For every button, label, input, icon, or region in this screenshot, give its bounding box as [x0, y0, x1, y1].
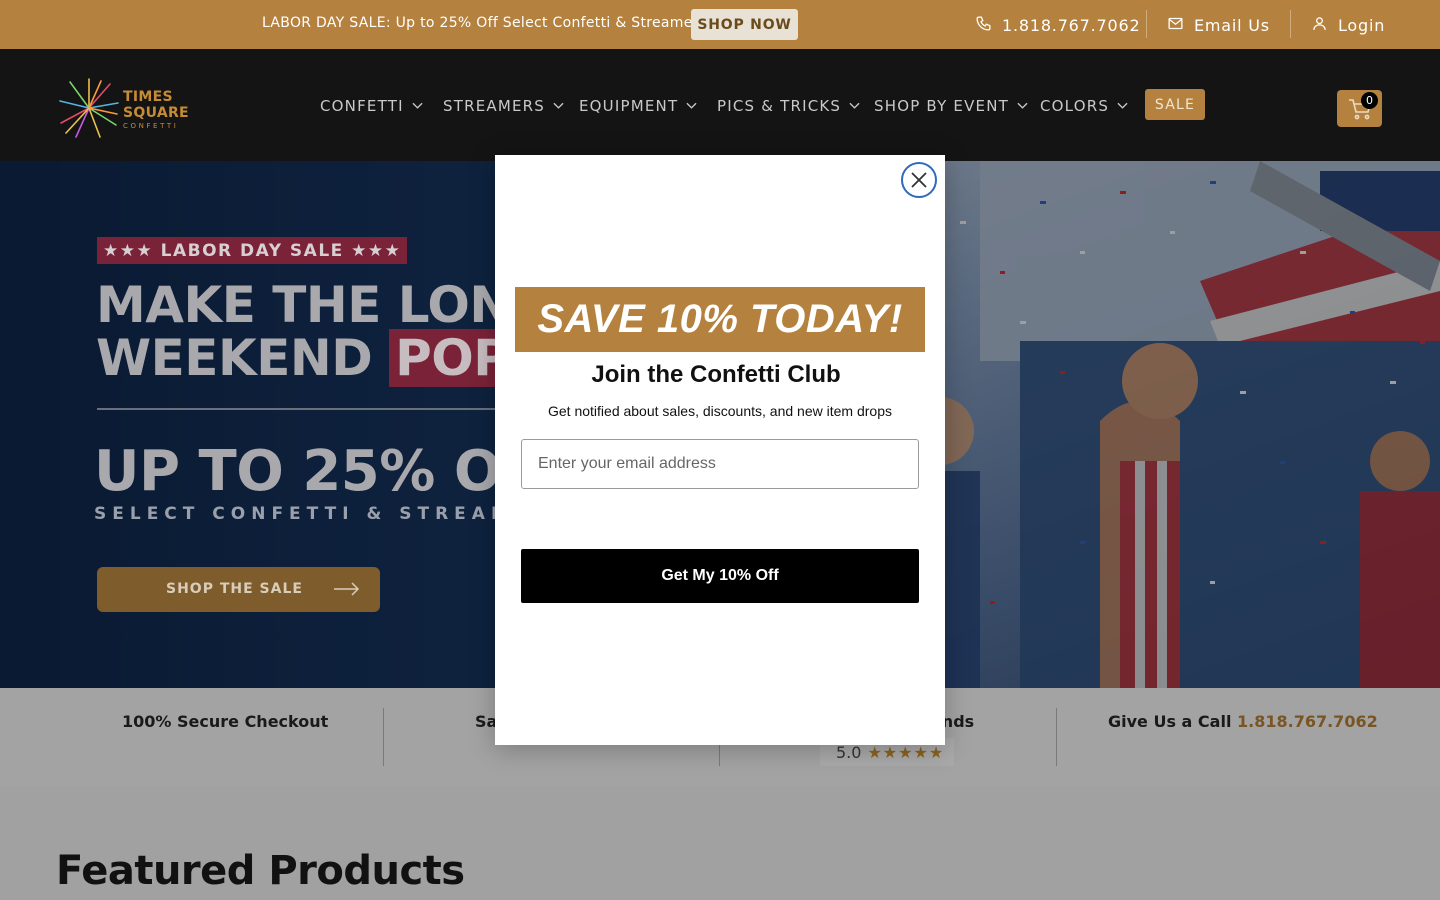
site-header: TIMES SQUARE CONFETTI CONFETTI STREAMERS… — [0, 49, 1440, 161]
confetti-burst-icon — [59, 78, 119, 138]
email-label: Email Us — [1194, 15, 1270, 35]
save-banner-text: SAVE 10% TODAY! — [537, 297, 903, 341]
newsletter-modal: SAVE 10% TODAY! Join the Confetti Club G… — [495, 155, 945, 745]
logo-line-1: TIMES — [123, 89, 173, 105]
site-logo[interactable]: TIMES SQUARE CONFETTI — [56, 75, 196, 141]
cart-count-badge: 0 — [1361, 92, 1378, 109]
chevron-down-icon — [553, 102, 564, 109]
chevron-down-icon — [849, 102, 860, 109]
login-link[interactable]: Login — [1311, 12, 1385, 38]
logo-line-3: CONFETTI — [123, 122, 179, 130]
phone-icon — [975, 15, 992, 36]
shop-the-sale-button[interactable]: SHOP THE SALE — [97, 567, 380, 612]
nav-label: STREAMERS — [443, 97, 546, 115]
cart-button[interactable]: 0 — [1337, 90, 1382, 127]
email-input[interactable] — [521, 439, 919, 489]
secure-checkout-text: 100% Secure Checkout — [122, 712, 329, 731]
headline-line-2: WEEKEND POP — [96, 329, 551, 387]
hero-divider — [97, 408, 517, 410]
save-banner: SAVE 10% TODAY! — [515, 287, 925, 352]
headline-word: WEEKEND — [96, 329, 373, 387]
modal-title: Join the Confetti Club — [591, 361, 841, 388]
phone-number: 1.818.767.7062 — [1002, 15, 1141, 35]
shop-the-sale-label: SHOP THE SALE — [166, 581, 303, 597]
nav-label: PICS & TRICKS — [717, 97, 842, 115]
headline-line-1: MAKE THE LONG — [96, 276, 552, 334]
featured-title: Featured Products — [56, 848, 465, 894]
user-icon — [1311, 15, 1328, 36]
divider — [1290, 10, 1291, 38]
trust-item-2: Sa — [475, 712, 498, 731]
mail-icon — [1167, 15, 1184, 36]
nav-label: EQUIPMENT — [579, 97, 679, 115]
nav-pics-tricks[interactable]: PICS & TRICKS — [717, 95, 860, 117]
modal-subtitle: Get notified about sales, discounts, and… — [548, 403, 892, 419]
logo-line-2: SQUARE — [123, 105, 189, 121]
nav-equipment[interactable]: EQUIPMENT — [579, 95, 697, 117]
arrow-right-icon — [334, 582, 360, 596]
divider — [1056, 708, 1057, 766]
call-phone-link[interactable]: 1.818.767.7062 — [1237, 712, 1378, 731]
chevron-down-icon — [1117, 102, 1128, 109]
divider — [383, 708, 384, 766]
promo-text: LABOR DAY SALE: Up to 25% Off Select Con… — [262, 15, 707, 31]
divider — [1146, 10, 1147, 38]
nav-confetti[interactable]: CONFETTI — [320, 95, 423, 117]
announcement-bar: LABOR DAY SALE: Up to 25% Off Select Con… — [0, 0, 1440, 49]
star-icons: ★★★★★ — [867, 742, 945, 762]
nav-label: COLORS — [1040, 97, 1110, 115]
call-prefix: Give Us a Call — [1108, 712, 1232, 731]
nav-shop-by-event[interactable]: SHOP BY EVENT — [874, 95, 1028, 117]
nav-streamers[interactable]: STREAMERS — [443, 95, 564, 117]
shop-now-button[interactable]: SHOP NOW — [691, 9, 798, 40]
rating-value: 5.0 — [836, 742, 862, 762]
login-label: Login — [1338, 15, 1386, 35]
close-icon — [911, 172, 927, 188]
close-button[interactable] — [901, 162, 937, 198]
chevron-down-icon — [686, 102, 697, 109]
chevron-down-icon — [412, 102, 423, 109]
hero-headline: MAKE THE LONG WEEKEND POP — [96, 276, 552, 387]
nav-label: SHOP BY EVENT — [874, 97, 1010, 115]
chevron-down-icon — [1017, 102, 1028, 109]
hero-eyebrow: ★★★ LABOR DAY SALE ★★★ — [97, 237, 408, 264]
nav-sale[interactable]: SALE — [1145, 89, 1205, 120]
phone-link[interactable]: 1.818.767.7062 — [975, 12, 1140, 38]
nav-label: CONFETTI — [320, 97, 404, 115]
email-link[interactable]: Email Us — [1167, 12, 1270, 38]
nav-colors[interactable]: COLORS — [1040, 95, 1128, 117]
get-discount-button[interactable]: Get My 10% Off — [521, 549, 919, 603]
call-us-text: Give Us a Call 1.818.767.7062 — [1108, 712, 1378, 731]
